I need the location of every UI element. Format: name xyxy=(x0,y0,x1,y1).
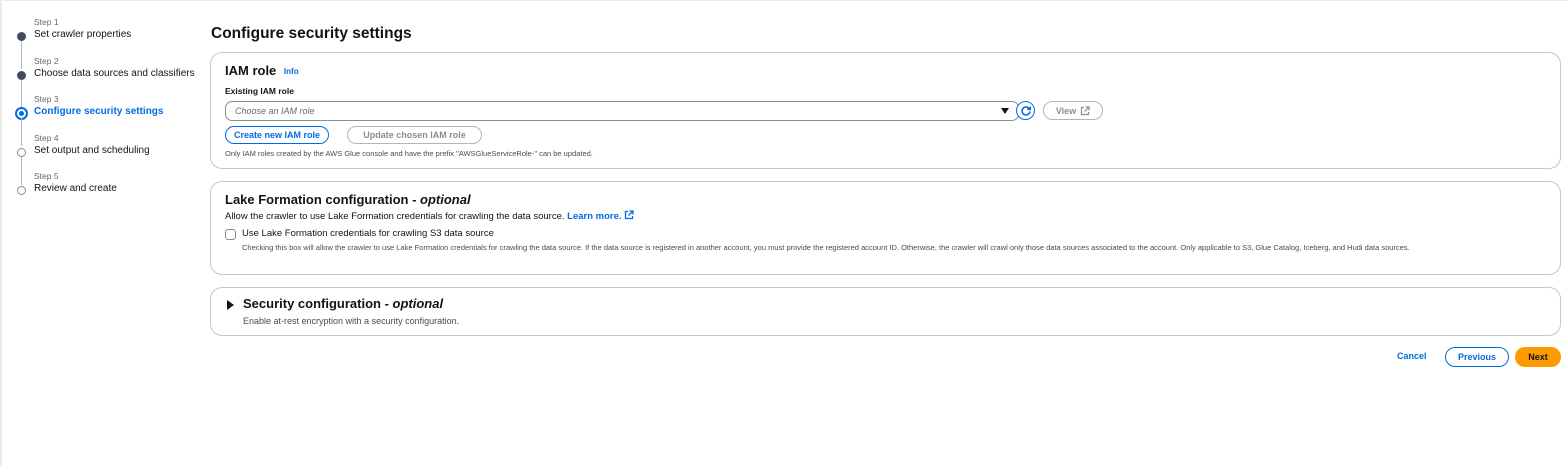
iam-role-select[interactable]: Choose an IAM role xyxy=(225,101,1019,121)
lake-formation-checkbox-label[interactable]: Use Lake Formation credentials for crawl… xyxy=(242,228,494,239)
step-title[interactable]: Set crawler properties xyxy=(34,28,206,42)
step-title: Configure security settings xyxy=(34,106,164,117)
step-number: Step 1 xyxy=(34,17,59,27)
step-number: Step 5 xyxy=(34,171,59,181)
step-number: Step 4 xyxy=(34,132,59,143)
refresh-icon xyxy=(1020,105,1031,116)
lake-formation-heading: Lake Formation configuration - optional xyxy=(225,192,471,207)
create-iam-role-button[interactable]: Create new IAM role xyxy=(225,126,329,144)
refresh-button[interactable] xyxy=(1016,101,1035,120)
update-iam-role-button: Update chosen IAM role xyxy=(347,126,482,144)
optional-label: optional xyxy=(420,192,471,207)
optional-label: optional xyxy=(392,296,444,311)
view-button-label: View xyxy=(1055,105,1077,116)
page: Step 1 Set crawler properties Step 2 Cho… xyxy=(0,0,1568,467)
security-configuration-description: Enable at-rest encryption with a securit… xyxy=(243,316,460,326)
lake-formation-description-text: Allow the crawler to use Lake Formation … xyxy=(225,211,565,222)
caret-down-icon xyxy=(1001,108,1009,114)
step-2[interactable]: Step 2 Choose data sources and classifie… xyxy=(16,55,206,108)
external-link-icon xyxy=(625,210,634,220)
security-configuration-panel[interactable]: Security configuration - optional Enable… xyxy=(210,287,1561,336)
view-button[interactable]: View xyxy=(1043,101,1103,120)
previous-button[interactable]: Previous xyxy=(1445,347,1509,367)
step-title: Set output and scheduling xyxy=(34,144,150,156)
step-complete-indicator xyxy=(17,70,26,80)
step-5: Step 5 Review and create xyxy=(16,171,206,210)
iam-role-title: IAM role xyxy=(225,63,277,78)
info-link[interactable]: Info xyxy=(284,67,299,76)
iam-role-panel: IAM role Info Existing IAM role Choose a… xyxy=(210,52,1561,169)
cancel-button[interactable]: Cancel xyxy=(1397,351,1427,361)
wizard-steps: Step 1 Set crawler properties Step 2 Cho… xyxy=(15,17,206,210)
step-title[interactable]: Choose data sources and classifiers xyxy=(34,67,206,81)
lake-formation-panel: Lake Formation configuration - optional … xyxy=(210,181,1561,275)
external-link-icon xyxy=(1081,105,1090,115)
lake-formation-checkbox[interactable] xyxy=(225,229,236,240)
lake-formation-title: Lake Formation configuration xyxy=(225,192,409,207)
step-3: Step 3 Configure security settings xyxy=(15,94,206,146)
learn-more-link[interactable]: Learn more. xyxy=(567,210,634,222)
step-complete-indicator xyxy=(17,32,26,41)
step-number: Step 3 xyxy=(34,94,59,104)
step-number: Step 2 xyxy=(34,55,59,66)
iam-role-heading: IAM role Info xyxy=(225,63,299,78)
security-configuration-heading[interactable]: Security configuration - optional xyxy=(243,296,443,311)
lake-formation-description: Allow the crawler to use Lake Formation … xyxy=(225,210,634,222)
step-4: Step 4 Set output and scheduling xyxy=(16,132,206,185)
security-configuration-title: Security configuration xyxy=(243,296,381,311)
step-pending-indicator xyxy=(17,186,26,195)
lake-formation-checkbox-description: Checking this box will allow the crawler… xyxy=(242,243,1410,252)
existing-iam-role-label: Existing IAM role xyxy=(225,86,294,96)
iam-role-help-text: Only IAM roles created by the AWS Glue c… xyxy=(225,149,593,158)
next-button[interactable]: Next xyxy=(1515,347,1561,367)
caret-right-icon[interactable] xyxy=(227,300,234,310)
learn-more-label: Learn more. xyxy=(567,211,622,222)
page-title: Configure security settings xyxy=(211,25,412,42)
step-pending-indicator xyxy=(17,147,26,157)
iam-role-select-placeholder: Choose an IAM role xyxy=(235,106,315,116)
step-1[interactable]: Step 1 Set crawler properties xyxy=(16,17,206,69)
step-title: Review and create xyxy=(34,183,117,194)
